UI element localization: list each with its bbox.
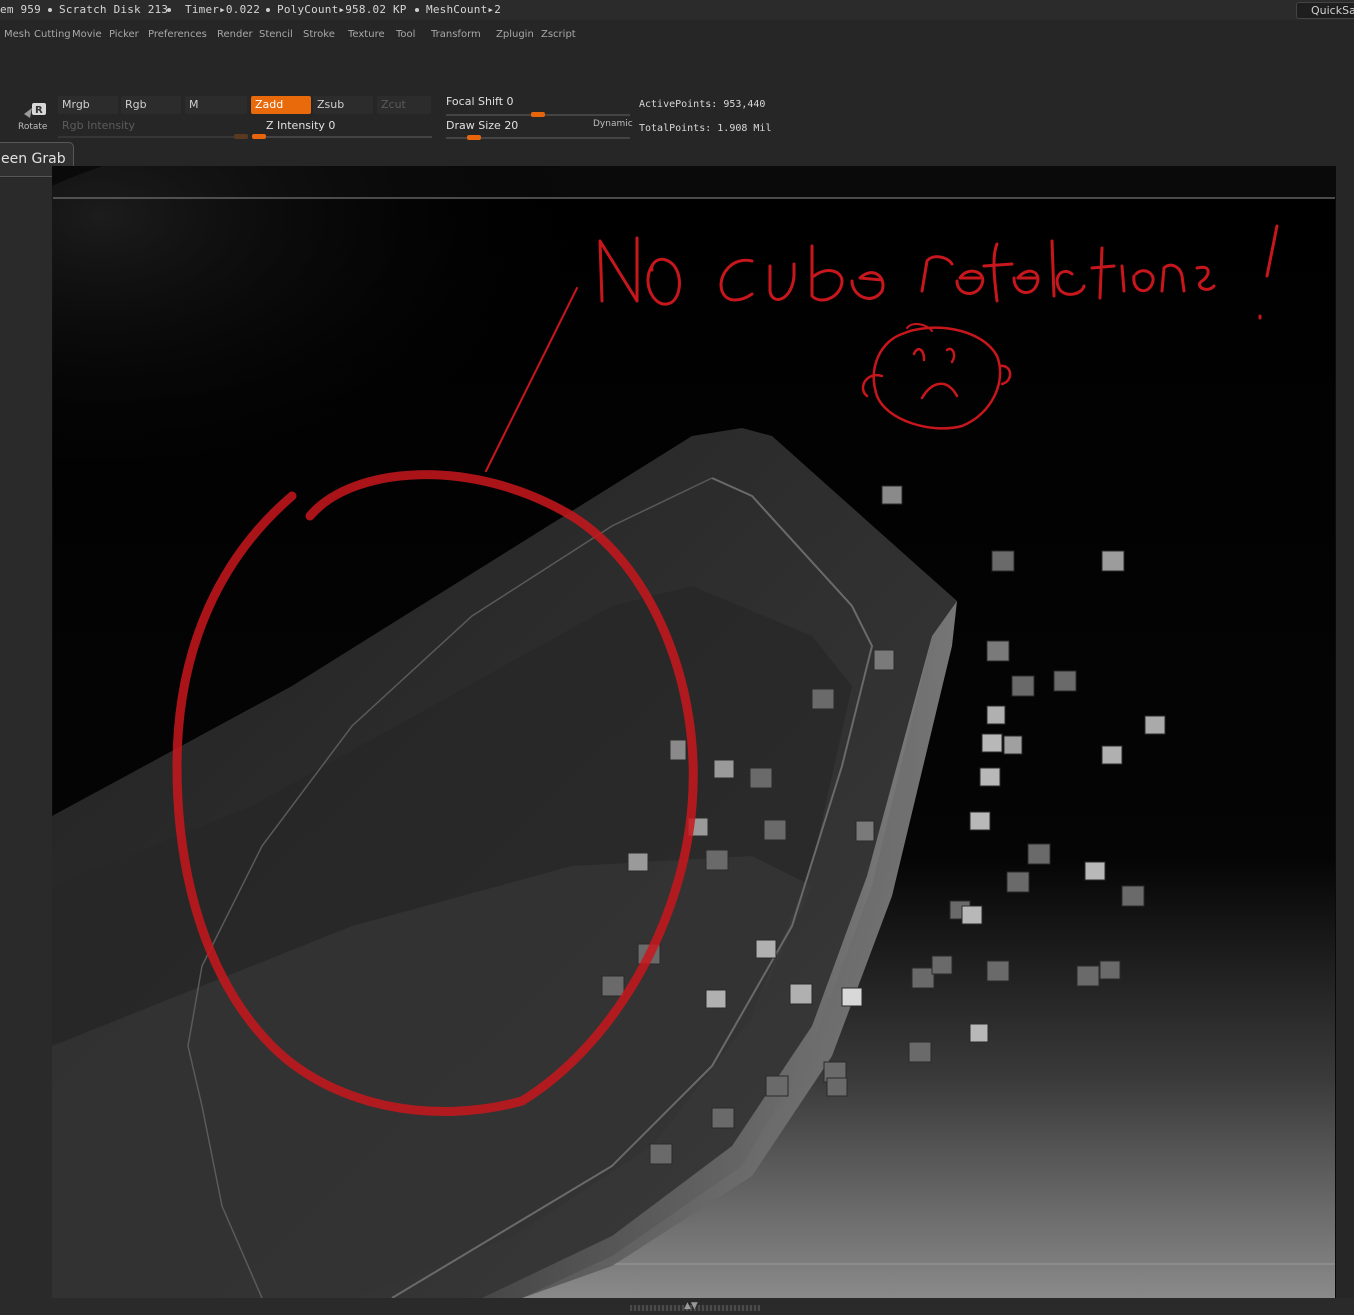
rgb-intensity-knob[interactable] — [234, 134, 248, 139]
focal-shift-text: Focal Shift — [446, 95, 504, 108]
separator-dot — [48, 8, 52, 12]
draw-size-text: Draw Size — [446, 119, 501, 132]
status-bar: em 959 Scratch Disk 213 Timer▸0.022 Poly… — [0, 0, 1354, 20]
total-points-label: TotalPoints: — [639, 123, 712, 134]
m-button[interactable]: M — [185, 96, 247, 114]
top-shelf: R Rotate Mrgb Rgb M Zadd Zsub Zcut Rgb I… — [0, 60, 1354, 164]
menu-picker[interactable]: Picker — [109, 29, 139, 40]
menu-preferences[interactable]: Preferences — [148, 29, 207, 40]
active-points-value: 953,440 — [723, 99, 766, 110]
z-intensity-knob[interactable] — [252, 134, 266, 139]
menu-cutting[interactable]: Cutting — [34, 29, 71, 40]
rotate-button[interactable]: R Rotate — [18, 100, 50, 132]
total-points-readout: TotalPoints: 1.908 Mil — [639, 123, 771, 134]
active-points-label: ActivePoints: — [639, 99, 718, 110]
focal-shift-knob[interactable] — [531, 112, 545, 117]
rotate-icon: R — [24, 103, 46, 118]
menu-stencil[interactable]: Stencil — [259, 29, 293, 40]
scratch-disk-readout: Scratch Disk 213 — [59, 3, 169, 16]
menu-texture[interactable]: Texture — [348, 29, 385, 40]
rgb-button[interactable]: Rgb — [121, 96, 181, 114]
zadd-button[interactable]: Zadd — [251, 96, 311, 114]
zsub-button[interactable]: Zsub — [313, 96, 373, 114]
z-intensity-text: Z Intensity — [266, 119, 325, 132]
menu-movie[interactable]: Movie — [72, 29, 102, 40]
menu-zscript[interactable]: Zscript — [541, 29, 576, 40]
left-shelf — [0, 178, 52, 1302]
dynamic-toggle[interactable]: Dynamic — [593, 119, 633, 129]
draw-size-label: Draw Size 20 — [446, 119, 518, 132]
separator-dot — [415, 8, 419, 12]
active-points-readout: ActivePoints: 953,440 — [639, 99, 765, 110]
mrgb-button[interactable]: Mrgb — [58, 96, 118, 114]
total-points-value: 1.908 Mil — [717, 123, 772, 134]
menu-bar: Mesh Cutting Movie Picker Preferences Re… — [0, 25, 1354, 47]
mem-readout: em 959 — [0, 3, 41, 16]
document-canvas[interactable] — [0, 126, 1336, 1299]
menu-mesh[interactable]: Mesh — [4, 29, 30, 40]
timer-readout: Timer▸0.022 — [185, 3, 261, 16]
tray-toggle-icon[interactable]: ▲▼ — [684, 1301, 698, 1311]
z-intensity-slider[interactable] — [252, 136, 432, 138]
separator-dot — [167, 8, 171, 12]
menu-tool[interactable]: Tool — [396, 29, 415, 40]
focal-shift-value: 0 — [506, 95, 514, 108]
separator-dot — [266, 8, 270, 12]
svg-text:R: R — [35, 105, 43, 116]
polycount-readout: PolyCount▸958.02 KP — [277, 3, 407, 16]
draw-size-value: 20 — [504, 119, 519, 132]
meshcount-readout: MeshCount▸2 — [426, 3, 502, 16]
zcut-button[interactable]: Zcut — [377, 96, 431, 114]
menu-stroke[interactable]: Stroke — [303, 29, 335, 40]
rgb-intensity-label: Rgb Intensity — [62, 119, 135, 132]
menu-zplugin[interactable]: Zplugin — [496, 29, 534, 40]
rgb-intensity-slider[interactable] — [58, 136, 248, 138]
focal-shift-label: Focal Shift 0 — [446, 95, 514, 108]
viewport-render — [0, 126, 1336, 1299]
draw-size-knob[interactable] — [467, 135, 481, 140]
rotate-label: Rotate — [18, 122, 48, 132]
z-intensity-value: 0 — [328, 119, 336, 132]
menu-render[interactable]: Render — [217, 29, 253, 40]
z-intensity-label: Z Intensity 0 — [266, 119, 335, 132]
menu-transform[interactable]: Transform — [431, 29, 481, 40]
quicksave-button[interactable]: QuickSa — [1296, 2, 1354, 19]
